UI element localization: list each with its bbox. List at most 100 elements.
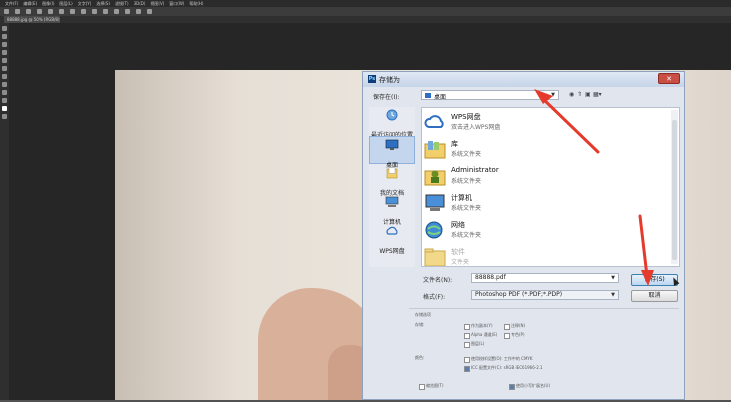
magic-wand-tool-icon[interactable] — [2, 50, 7, 55]
menu-help[interactable]: 帮助(H) — [189, 1, 203, 7]
file-type: 系统文件夹 — [451, 205, 482, 212]
option-icon[interactable] — [70, 9, 75, 14]
scrollbar-thumb[interactable] — [672, 120, 677, 260]
dialog-titlebar[interactable]: Ps 存储为 ✕ — [363, 72, 684, 87]
color-label: 颜色: — [415, 355, 425, 360]
up-folder-icon[interactable]: ⇑ — [577, 91, 582, 98]
format-label: 格式(F): — [423, 294, 446, 301]
crop-tool-icon[interactable] — [2, 58, 7, 63]
menu-file[interactable]: 文件(F) — [5, 1, 18, 7]
file-list[interactable]: WPS网盘 双击进入WPS网盘 库 系统文件夹 Administrator 系统… — [421, 107, 680, 267]
eraser-tool-icon[interactable] — [2, 90, 7, 95]
format-select[interactable]: Photoshop PDF (*.PDF;*.PDP) ▼ — [471, 290, 619, 300]
document-tab[interactable]: 88888.jpg @ 50% (RGB/8) — [4, 16, 60, 23]
menu-3d[interactable]: 3D(D) — [134, 1, 146, 6]
user-folder-icon — [424, 170, 446, 186]
alpha-label: Alpha 通道(E) — [471, 332, 498, 337]
layers-checkbox[interactable] — [464, 342, 470, 348]
file-item[interactable]: Administrator 系统文件夹 — [422, 163, 670, 189]
file-name: 网络 — [451, 221, 465, 229]
place-recent[interactable]: 最近访问的位置 — [369, 107, 415, 139]
move-tool-icon[interactable] — [2, 26, 7, 31]
icc-label: ICC 配置文件(C): sRGB IEC61966-2.1 — [471, 365, 543, 370]
folder-icon — [424, 248, 446, 266]
option-icon[interactable] — [136, 9, 141, 14]
option-icon[interactable] — [37, 9, 42, 14]
computer-icon — [385, 196, 399, 207]
option-icon[interactable] — [114, 9, 119, 14]
back-icon[interactable]: ◉ — [569, 91, 574, 98]
new-folder-icon[interactable]: ▣ — [585, 91, 591, 98]
lowercase-label: 使用小写扩展名(U) — [516, 383, 551, 388]
menu-edit[interactable]: 编辑(E) — [23, 1, 37, 7]
proof-label: 使用校样设置(O): 工作中的 CMYK — [471, 356, 533, 361]
menu-window[interactable]: 窗口(W) — [169, 1, 184, 7]
brush-tool-icon[interactable] — [2, 74, 7, 79]
menu-layer[interactable]: 图层(L) — [59, 1, 72, 7]
file-name: 计算机 — [451, 194, 472, 202]
alpha-checkbox[interactable] — [464, 333, 470, 339]
notes-checkbox[interactable] — [504, 324, 510, 330]
filename-input[interactable]: 88888.pdf ▼ — [471, 273, 619, 283]
proof-checkbox[interactable] — [464, 357, 470, 363]
places-sidebar: 最近访问的位置 桌面 我的文档 计算机 WPS网盘 — [369, 107, 415, 267]
lowercase-checkbox[interactable] — [509, 384, 515, 390]
tool-preset-icon[interactable] — [4, 9, 9, 14]
file-item[interactable]: 网络 系统文件夹 — [422, 217, 670, 243]
cancel-button[interactable]: 取消 — [631, 290, 678, 302]
thumbnail-checkbox[interactable] — [419, 384, 425, 390]
foreground-color-icon[interactable] — [2, 106, 7, 111]
recent-icon — [386, 109, 398, 121]
photoshop-icon: Ps — [368, 75, 376, 83]
option-icon[interactable] — [125, 9, 130, 14]
desktop-icon — [425, 93, 431, 98]
stamp-tool-icon[interactable] — [2, 82, 7, 87]
option-icon[interactable] — [15, 9, 20, 14]
file-item[interactable]: 软件 文件夹 — [422, 244, 670, 266]
option-icon[interactable] — [48, 9, 53, 14]
save-in-select[interactable]: 桌面 ▼ — [421, 90, 559, 101]
place-computer[interactable]: 计算机 — [369, 194, 415, 226]
view-menu-icon[interactable]: ▦▾ — [593, 91, 602, 98]
option-icon[interactable] — [81, 9, 86, 14]
menu-bar: 文件(F) 编辑(E) 图像(I) 图层(L) 文字(Y) 选择(S) 滤镜(T… — [0, 0, 731, 7]
menu-filter[interactable]: 滤镜(T) — [115, 1, 129, 7]
as-copy-label: 作为副本(Y) — [471, 323, 493, 328]
network-icon — [425, 221, 443, 239]
save-options: 存储选项 存储: 作为副本(Y) 注释(N) Alpha 通道(E) 专色(P)… — [409, 308, 679, 402]
chevron-down-icon: ▼ — [551, 92, 555, 98]
menu-select[interactable]: 选择(S) — [96, 1, 110, 7]
options-section-label: 存储选项 — [415, 312, 431, 317]
format-value: Photoshop PDF (*.PDF;*.PDP) — [475, 291, 563, 298]
option-icon[interactable] — [26, 9, 31, 14]
menu-image[interactable]: 图像(I) — [42, 1, 54, 7]
spot-checkbox[interactable] — [504, 333, 510, 339]
filename-label: 文件名(N): — [423, 277, 453, 284]
file-item[interactable]: 库 系统文件夹 — [422, 136, 670, 162]
marquee-tool-icon[interactable] — [2, 34, 7, 39]
text-tool-icon[interactable] — [2, 98, 7, 103]
icc-checkbox[interactable] — [464, 366, 470, 372]
file-item[interactable]: 计算机 系统文件夹 — [422, 190, 670, 216]
file-item[interactable]: WPS网盘 双击进入WPS网盘 — [422, 109, 670, 135]
lasso-tool-icon[interactable] — [2, 42, 7, 47]
as-copy-checkbox[interactable] — [464, 324, 470, 330]
file-list-scrollbar[interactable] — [671, 110, 678, 264]
eyedropper-tool-icon[interactable] — [2, 66, 7, 71]
option-icon[interactable] — [59, 9, 64, 14]
place-documents[interactable]: 我的文档 — [369, 165, 415, 197]
menu-view[interactable]: 视图(V) — [150, 1, 164, 7]
file-type: 文件夹 — [451, 259, 470, 266]
place-desktop[interactable]: 桌面 — [369, 136, 415, 169]
options-bar — [0, 7, 731, 16]
file-type: 系统文件夹 — [451, 232, 482, 239]
chevron-down-icon[interactable]: ▼ — [611, 274, 615, 282]
close-button[interactable]: ✕ — [658, 73, 680, 84]
computer-icon — [425, 194, 445, 211]
place-wps-cloud[interactable]: WPS网盘 — [369, 223, 415, 255]
menu-type[interactable]: 文字(Y) — [78, 1, 92, 7]
option-icon[interactable] — [147, 9, 152, 14]
quick-mask-icon[interactable] — [2, 114, 7, 119]
option-icon[interactable] — [92, 9, 97, 14]
option-icon[interactable] — [103, 9, 108, 14]
